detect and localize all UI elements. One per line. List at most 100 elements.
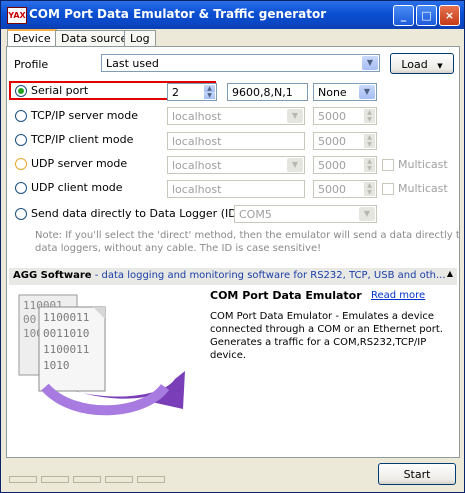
info-bar: AGG Software - data logging and monitori…	[9, 268, 457, 285]
data-logger-radio[interactable]	[15, 208, 27, 220]
page2-line4: 1010	[43, 359, 70, 372]
data-logger-id-select[interactable]: COM5 ▼	[234, 205, 377, 223]
spin-up-icon[interactable]: ▲	[364, 182, 375, 189]
emulator-graphic: 110001 00 1001 1100011 0011010 1100011 1…	[18, 294, 185, 416]
udp-server-host-select[interactable]: localhost ▼	[167, 156, 305, 174]
brand-tagline[interactable]: - data logging and monitoring software f…	[92, 270, 446, 281]
tab-log[interactable]: Log	[124, 30, 156, 46]
tcp-server-port: 5000	[318, 110, 346, 123]
status-segment	[73, 476, 101, 483]
chevron-down-icon[interactable]: ▼	[359, 85, 375, 99]
tcp-client-host: localhost	[172, 135, 222, 148]
udp-client-multicast-checkbox[interactable]	[382, 183, 394, 195]
spin-up-icon[interactable]: ▲	[364, 158, 375, 165]
device-panel: Profile Last used ▼ Load ▼ Serial port 2…	[6, 46, 460, 458]
spin-down-icon[interactable]: ▼	[364, 189, 375, 196]
tcp-server-host: localhost	[172, 110, 222, 123]
start-button[interactable]: Start	[378, 463, 456, 485]
tcp-client-radio[interactable]	[15, 134, 27, 146]
read-more-link[interactable]: Read more	[371, 290, 425, 301]
chevron-down-icon[interactable]: ▼	[287, 158, 303, 172]
serial-port-label: Serial port	[31, 84, 89, 97]
page2-line2: 0011010	[43, 327, 89, 340]
desc-line-2: connected through a COM or an Ethernet p…	[210, 324, 443, 335]
flow-control-value: None	[318, 86, 347, 99]
udp-server-multicast-checkbox[interactable]	[382, 159, 394, 171]
status-segment	[137, 476, 165, 483]
data-logger-label: Send data directly to Data Logger (ID=)	[31, 207, 251, 220]
tcp-client-label: TCP/IP client mode	[31, 133, 134, 146]
serial-port-radio[interactable]	[15, 85, 27, 97]
serial-port-number: 2	[172, 86, 179, 99]
profile-select[interactable]: Last used ▼	[101, 54, 380, 72]
status-segment	[9, 476, 37, 483]
page2-line3: 1100011	[43, 343, 89, 356]
tcp-server-label: TCP/IP server mode	[31, 109, 138, 122]
chevron-down-icon[interactable]: ▼	[362, 56, 378, 70]
minimize-button[interactable]: _	[393, 5, 414, 26]
page1-line2: 00	[23, 313, 36, 326]
port-spinner[interactable]: ▲ ▼	[204, 85, 215, 99]
note-line-1: Note: If you'll select the 'direct' meth…	[35, 230, 460, 241]
app-icon: YAX	[7, 7, 27, 24]
window-title: COM Port Data Emulator & Traffic generat…	[29, 7, 327, 21]
profile-value: Last used	[106, 57, 159, 70]
tcp-client-host-input[interactable]: localhost	[167, 132, 305, 150]
udp-client-host-input[interactable]: localhost	[167, 180, 305, 198]
udp-server-port-input[interactable]: 5000 ▲ ▼	[313, 156, 377, 174]
main-window: YAX COM Port Data Emulator & Traffic gen…	[0, 0, 465, 493]
udp-client-port: 5000	[318, 183, 346, 196]
profile-label: Profile	[14, 58, 49, 71]
load-button[interactable]: Load ▼	[390, 53, 454, 74]
port-spinner[interactable]: ▲ ▼	[364, 109, 375, 123]
desc-line-3: Generates a traffic for a COM,RS232,TCP/…	[210, 337, 427, 348]
desc-line-4: device.	[210, 350, 247, 361]
tcp-client-port-input[interactable]: 5000 ▲ ▼	[313, 132, 377, 150]
port-spinner[interactable]: ▲ ▼	[364, 158, 375, 172]
product-title: COM Port Data Emulator	[210, 289, 362, 302]
spin-down-icon[interactable]: ▼	[364, 141, 375, 148]
serial-port-number-input[interactable]: 2 ▲ ▼	[167, 83, 217, 101]
port-spinner[interactable]: ▲ ▼	[364, 182, 375, 196]
load-label: Load	[401, 58, 428, 71]
udp-server-port: 5000	[318, 159, 346, 172]
collapse-arrow-icon[interactable]: ▲	[447, 269, 453, 278]
spin-down-icon[interactable]: ▼	[364, 165, 375, 172]
spin-up-icon[interactable]: ▲	[364, 109, 375, 116]
desc-line-1: COM Port Data Emulator - Emulates a devi…	[210, 311, 435, 322]
tab-data-source[interactable]: Data source	[55, 30, 134, 46]
udp-client-host: localhost	[172, 183, 222, 196]
chevron-down-icon[interactable]: ▼	[359, 207, 375, 221]
spin-up-icon[interactable]: ▲	[204, 85, 215, 92]
udp-server-radio[interactable]	[15, 158, 27, 170]
udp-server-label: UDP server mode	[31, 157, 128, 170]
tcp-server-port-input[interactable]: 5000 ▲ ▼	[313, 107, 377, 125]
udp-client-multicast-label: Multicast	[398, 182, 448, 195]
tcp-server-radio[interactable]	[15, 110, 27, 122]
brand-name: AGG Software	[13, 270, 92, 281]
port-spinner[interactable]: ▲ ▼	[364, 134, 375, 148]
chevron-down-icon[interactable]: ▼	[287, 109, 303, 123]
chevron-down-icon: ▼	[437, 62, 443, 70]
tcp-server-host-select[interactable]: localhost ▼	[167, 107, 305, 125]
serial-settings-input[interactable]: 9600,8,N,1	[227, 83, 308, 101]
udp-server-multicast-label: Multicast	[398, 158, 448, 171]
spin-up-icon[interactable]: ▲	[364, 134, 375, 141]
note-line-2: data loggers, without any cable. The ID …	[35, 243, 322, 254]
udp-client-port-input[interactable]: 5000 ▲ ▼	[313, 180, 377, 198]
tcp-client-port: 5000	[318, 135, 346, 148]
flow-control-select[interactable]: None ▼	[313, 83, 377, 101]
udp-client-radio[interactable]	[15, 182, 27, 194]
udp-server-host: localhost	[172, 159, 222, 172]
serial-settings-value: 9600,8,N,1	[232, 86, 293, 99]
title-bar[interactable]: YAX COM Port Data Emulator & Traffic gen…	[1, 1, 464, 29]
spin-down-icon[interactable]: ▼	[364, 116, 375, 123]
close-button[interactable]: ×	[439, 5, 460, 26]
info-bar-text: AGG Software - data logging and monitori…	[13, 270, 446, 281]
page2-line1: 1100011	[43, 311, 89, 324]
status-segment	[105, 476, 133, 483]
maximize-button[interactable]: □	[416, 5, 437, 26]
data-logger-id: COM5	[239, 208, 272, 221]
spin-down-icon[interactable]: ▼	[204, 92, 215, 99]
udp-client-label: UDP client mode	[31, 181, 123, 194]
